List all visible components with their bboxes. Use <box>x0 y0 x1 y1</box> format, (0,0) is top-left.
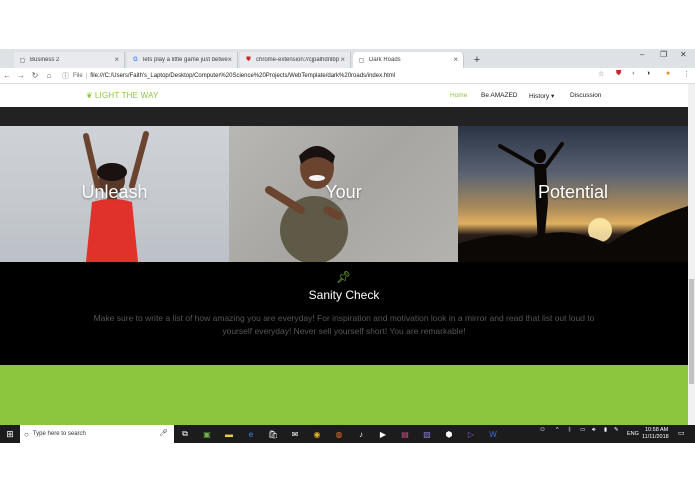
scrollbar-thumb[interactable] <box>689 279 694 384</box>
menu-dots-icon[interactable]: ⋮ <box>683 70 690 78</box>
extension-shield-icon[interactable]: ⛊ <box>616 70 621 78</box>
info-icon[interactable]: ⓘ <box>62 71 69 81</box>
green-section <box>0 365 688 425</box>
url-text: file:///C:/Users/Faith's_Laptop/Desktop/… <box>90 72 396 79</box>
edge-browser-icon[interactable]: e <box>240 425 262 443</box>
scheme-label: File <box>73 72 83 79</box>
minimize-icon[interactable]: – <box>640 50 644 59</box>
document-icon: ▢ <box>358 57 365 64</box>
google-icon: G <box>133 57 138 63</box>
tab-google-search[interactable]: G lets play a little game just betwe × <box>127 52 238 68</box>
tab-chrome-extension[interactable]: ⛊ chrome-extension://cjpalhdnlbp × <box>240 52 351 68</box>
nav-history[interactable]: History ▾ <box>529 92 554 100</box>
search-placeholder: Type here to search <box>32 431 86 437</box>
microphone-icon[interactable]: 🎤︎ <box>159 429 168 437</box>
tab-title: Business 2 <box>30 57 60 63</box>
home-icon[interactable]: ⌂ <box>42 71 56 80</box>
tab-title: Dark Roads <box>369 57 401 63</box>
sound-app-icon[interactable]: ♪ <box>350 425 372 443</box>
top-blank-area <box>0 0 695 49</box>
bookmark-star-icon[interactable]: ☆ <box>598 70 604 78</box>
dark-header-band <box>0 107 688 126</box>
tray-up-arrow-icon[interactable]: ^ <box>556 427 559 433</box>
hero-panel-potential: Potential <box>458 126 688 262</box>
language-indicator[interactable]: ENG <box>627 431 639 437</box>
network-icon[interactable]: ▮ <box>604 427 607 433</box>
photo-viewer-icon[interactable]: ▧ <box>416 425 438 443</box>
back-icon[interactable]: ← <box>0 71 14 80</box>
windows-taskbar: ⊞ ○ Type here to search 🎤︎ ⧉ ▣ ▬ e 🛍︎ ✉ … <box>0 425 695 443</box>
extension-moon-icon[interactable]: ◑ <box>646 70 650 77</box>
shield-icon: ⛊ <box>246 56 251 63</box>
brand-text: LIGHT THE WAY <box>94 91 159 100</box>
pen-icon[interactable]: ✎ <box>614 427 619 433</box>
windows-start-icon[interactable]: ⊞ <box>0 425 20 443</box>
cube-app-icon[interactable]: ⬢ <box>438 425 460 443</box>
store-icon[interactable]: 🛍︎ <box>262 425 284 443</box>
file-explorer-icon[interactable]: ▬ <box>218 425 240 443</box>
nav-home[interactable]: Home <box>450 92 467 99</box>
people-icon[interactable]: ⚇ <box>540 427 545 433</box>
extension-circle-icon[interactable]: ◐ <box>632 70 636 77</box>
taskbar-search-box[interactable]: ○ Type here to search 🎤︎ <box>20 425 174 443</box>
maximize-icon[interactable]: ❐ <box>660 50 667 59</box>
close-icon[interactable]: × <box>114 55 119 64</box>
tab-title: chrome-extension://cjpalhdnlbp <box>256 57 340 63</box>
address-field[interactable]: ⓘ File | file:///C:/Users/Faith's_Laptop… <box>62 69 582 82</box>
hero-panel-your: Your <box>229 126 458 262</box>
mail-icon[interactable]: ✉ <box>284 425 306 443</box>
paint-app-icon[interactable]: ▤ <box>394 425 416 443</box>
clock-date[interactable]: 11/11/2018 <box>642 434 669 440</box>
nav-be-amazed[interactable]: Be AMAZED <box>481 92 517 99</box>
clock-time[interactable]: 10:58 AM <box>645 427 668 433</box>
close-icon[interactable]: × <box>340 55 345 64</box>
close-icon[interactable]: × <box>227 55 232 64</box>
address-toolbar: ← → ↻ ⌂ ⓘ File | file:///C:/Users/Faith'… <box>0 68 695 84</box>
site-navbar: ❦ LIGHT THE WAY Home Be AMAZED History ▾ … <box>0 84 688 107</box>
tab-title: lets play a little game just betwe <box>143 57 228 63</box>
web-page: ❦ LIGHT THE WAY Home Be AMAZED History ▾ … <box>0 84 688 425</box>
close-icon[interactable]: × <box>453 55 458 64</box>
firefox-icon[interactable]: ◍ <box>328 425 350 443</box>
notifications-icon[interactable]: ▭ <box>678 429 685 437</box>
visual-studio-icon[interactable]: ▷ <box>460 425 482 443</box>
battery-icon[interactable]: ▭ <box>580 427 585 433</box>
window-close-icon[interactable]: ✕ <box>680 50 687 59</box>
photos-app-icon[interactable]: ▣ <box>196 425 218 443</box>
document-icon: ▢ <box>19 57 26 64</box>
sanity-check-body: Make sure to write a list of how amazing… <box>93 313 595 336</box>
tab-business-2[interactable]: ▢ Business 2 × <box>14 52 125 68</box>
new-tab-button[interactable]: + <box>470 53 484 67</box>
sanity-check-section: 📌︎ Sanity Check Make sure to write a lis… <box>0 262 688 365</box>
hero-word-potential: Potential <box>537 182 609 202</box>
search-circle-icon: ○ <box>24 429 29 439</box>
page-scrollbar[interactable] <box>688 84 695 425</box>
reload-icon[interactable]: ↻ <box>28 71 42 80</box>
hero-word-your: Your <box>325 182 362 202</box>
media-player-icon[interactable]: ▶ <box>372 425 394 443</box>
profile-avatar-icon[interactable]: ● <box>666 70 670 77</box>
sanity-check-title: Sanity Check <box>308 288 380 302</box>
nav-discussion[interactable]: Discussion <box>570 92 601 99</box>
hero-word-unleash: Unleash <box>81 182 148 202</box>
bluetooth-icon[interactable]: ᛒ <box>568 427 571 433</box>
forward-icon[interactable]: → <box>14 71 28 80</box>
chrome-icon[interactable]: ◉ <box>306 425 328 443</box>
site-brand[interactable]: ❦ LIGHT THE WAY <box>86 91 159 100</box>
browser-tab-bar: ▢ Business 2 × G lets play a little game… <box>0 49 695 68</box>
tab-dark-roads[interactable]: ▢ Dark Roads × <box>353 52 464 68</box>
task-view-icon[interactable]: ⧉ <box>174 425 196 443</box>
word-app-icon[interactable]: W <box>482 425 504 443</box>
bottom-blank-area <box>0 443 695 494</box>
leaf-icon: ❦ <box>86 91 93 100</box>
volume-icon[interactable]: 🔊︎ <box>592 427 595 434</box>
pushpin-icon: 📌︎ <box>336 270 352 284</box>
hero-panel-unleash: Unleash <box>0 126 229 262</box>
